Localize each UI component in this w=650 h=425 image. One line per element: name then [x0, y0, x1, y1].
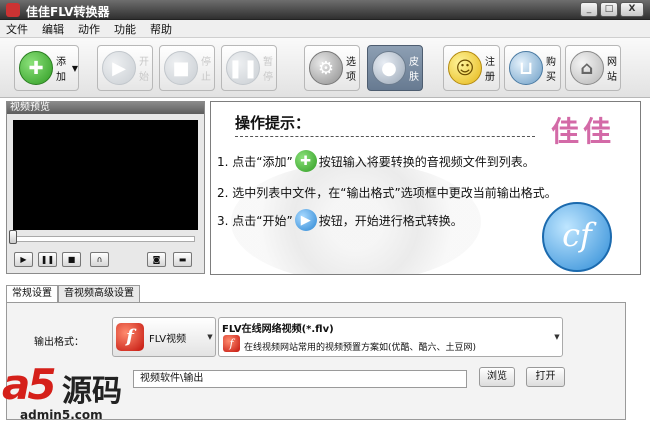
watermark: a5 源码 admin5.com [0, 360, 150, 425]
tip-line-3: 3. 点击“开始” ▶ 按钮，开始进行格式转换。 [217, 209, 463, 231]
maximize-button[interactable]: □ [600, 2, 618, 17]
menu-action[interactable]: 动作 [78, 21, 100, 37]
seek-bar[interactable] [13, 236, 195, 242]
tip-line-1: 1. 点击“添加” ✚ 按钮输入将要转换的音视频文件到列表。 [217, 150, 535, 172]
toolbar: ✚ 添加 ▼ ▶ 开始 ■ 停止 ❚❚ 暂停 ⚙ 选项 ● 皮肤 ☺ 注册 ⊔ … [0, 38, 650, 98]
title-bar: 佳佳FLV转换器 _ □ X [0, 0, 650, 20]
pause-icon: ❚❚ [40, 255, 55, 264]
flash-icon: f [223, 335, 240, 352]
stop-icon: ■ [164, 51, 198, 85]
output-format-label: 输出格式： [34, 337, 84, 348]
folder-button[interactable]: ▬ [173, 252, 192, 267]
chevron-down-icon: ▼ [71, 63, 78, 73]
gear-icon: ⚙ [309, 51, 343, 85]
divider [235, 136, 535, 137]
play-icon: ▶ [102, 51, 136, 85]
stop-button[interactable]: ■ 停止 [159, 45, 215, 91]
minimize-button[interactable]: _ [580, 2, 598, 17]
play-icon: ▶ [20, 255, 27, 264]
pause-icon: ❚❚ [226, 51, 260, 85]
tip-2-text: 2. 选中列表中文件，在“输出格式”选项框中更改当前输出格式。 [217, 186, 557, 200]
skin-label: 皮肤 [409, 57, 419, 83]
pause-button-preview[interactable]: ❚❚ [38, 252, 57, 267]
play-icon: ▶ [294, 209, 317, 231]
seek-thumb[interactable] [9, 230, 17, 244]
smiley-icon: ☺ [448, 51, 482, 85]
brand-logo: 佳佳 [551, 115, 616, 148]
tab-general-settings[interactable]: 常规设置 [6, 285, 58, 302]
menu-edit[interactable]: 编辑 [42, 21, 64, 37]
options-label: 选项 [346, 57, 356, 83]
start-button[interactable]: ▶ 开始 [97, 45, 153, 91]
app-icon [6, 3, 20, 17]
register-label: 注册 [485, 57, 495, 83]
tips-panel: 操作提示： 佳佳 1. 点击“添加” ✚ 按钮输入将要转换的音视频文件到列表。 … [210, 101, 641, 275]
pause-button[interactable]: ❚❚ 暂停 [221, 45, 277, 91]
basket-icon: ⊔ [509, 51, 543, 85]
chevron-down-icon: ▼ [554, 333, 560, 341]
format-select[interactable]: f FLV视频 ▼ [112, 317, 216, 357]
subformat-description: 在线视频网站常用的视频预置方案如(优酷、酷六、土豆网) [244, 343, 477, 353]
tip-line-2: 2. 选中列表中文件，在“输出格式”选项框中更改当前输出格式。 [217, 184, 557, 201]
subformat-select[interactable]: FLV在线网络视频(*.flv) f 在线视频网站常用的视频预置方案如(优酷、酷… [218, 317, 563, 357]
window-controls: _ □ X [580, 2, 644, 17]
buy-label: 购买 [546, 57, 556, 83]
volume-button[interactable]: ∩ [90, 252, 109, 267]
settings-tabs: 常规设置 音视频高级设置 [6, 285, 140, 302]
flash-icon: f [116, 323, 144, 351]
watermark-url: admin5.com [20, 408, 103, 422]
tab-advanced-settings[interactable]: 音视频高级设置 [58, 285, 140, 302]
buy-button[interactable]: ⊔ 购买 [504, 45, 561, 91]
video-preview-title: 视频预览 [7, 102, 204, 114]
video-screen [13, 120, 198, 230]
website-button[interactable]: ⌂ 网站 [565, 45, 621, 91]
pause-label: 暂停 [263, 57, 273, 83]
chevron-down-icon: ▼ [207, 333, 213, 341]
open-button[interactable]: 打开 [526, 367, 565, 387]
menu-bar: 文件 编辑 动作 功能 帮助 [0, 20, 650, 38]
tip-1-part-b: 按钮输入将要转换的音视频文件到列表。 [318, 154, 535, 169]
person-icon: ● [372, 51, 406, 85]
house-icon: ⌂ [570, 51, 604, 85]
tip-3-part-b: 按钮，开始进行格式转换。 [318, 213, 463, 228]
add-button[interactable]: ✚ 添加 ▼ [14, 45, 79, 91]
window-title: 佳佳FLV转换器 [26, 5, 110, 19]
add-icon: ✚ [294, 150, 317, 172]
subformat-title: FLV在线网络视频(*.flv) [222, 324, 334, 335]
headphones-icon: ∩ [96, 255, 103, 264]
start-label: 开始 [139, 57, 149, 83]
menu-help[interactable]: 帮助 [150, 21, 172, 37]
format-value: FLV视频 [149, 333, 187, 345]
folder-icon: ▬ [178, 255, 187, 264]
video-preview-panel: 视频预览 ▶ ❚❚ ■ ∩ ◙ ▬ [6, 101, 205, 274]
browse-button[interactable]: 浏览 [479, 367, 515, 387]
stop-label: 停止 [201, 57, 211, 83]
watermark-a5: a5 [2, 360, 57, 409]
stop-icon: ■ [67, 255, 76, 264]
close-button[interactable]: X [620, 2, 644, 17]
flash-logo: cf [542, 202, 612, 272]
menu-file[interactable]: 文件 [6, 21, 28, 37]
output-path-field[interactable]: 视频软件\输出 [133, 370, 467, 388]
menu-function[interactable]: 功能 [114, 21, 136, 37]
camera-icon: ◙ [152, 255, 161, 264]
options-button[interactable]: ⚙ 选项 [304, 45, 360, 91]
watermark-text: 源码 [62, 374, 122, 409]
tip-1-part-a: 1. 点击“添加” [217, 154, 293, 169]
website-label: 网站 [607, 57, 617, 83]
play-button[interactable]: ▶ [14, 252, 33, 267]
add-label: 添加 [56, 57, 66, 83]
tips-heading: 操作提示： [235, 114, 311, 132]
skin-button[interactable]: ● 皮肤 [367, 45, 423, 91]
tip-3-part-a: 3. 点击“开始” [217, 213, 293, 228]
register-button[interactable]: ☺ 注册 [443, 45, 500, 91]
add-icon: ✚ [19, 51, 53, 85]
stop-button-preview[interactable]: ■ [62, 252, 81, 267]
snapshot-button[interactable]: ◙ [147, 252, 166, 267]
